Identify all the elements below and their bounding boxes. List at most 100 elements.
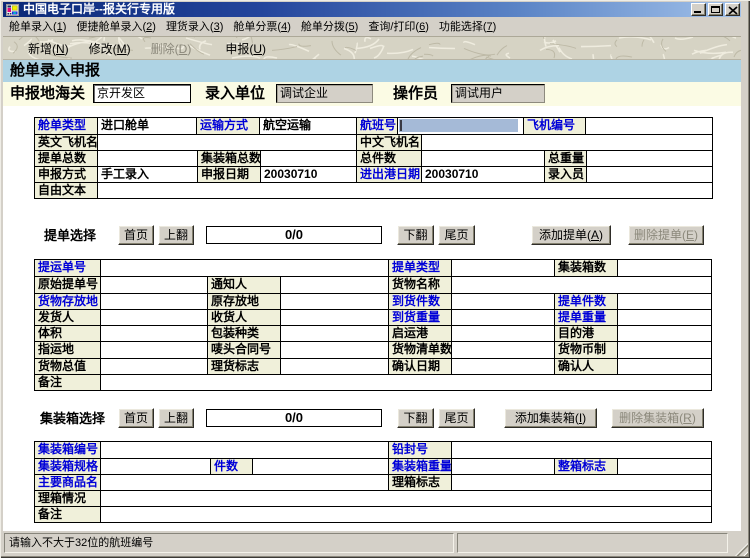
field-label: 备注	[35, 375, 100, 390]
field-cell[interactable]	[451, 459, 554, 474]
field-cell[interactable]	[280, 294, 388, 309]
field-cell[interactable]	[97, 183, 712, 198]
field-cell[interactable]	[451, 342, 554, 357]
field-cell[interactable]: 航空运输	[259, 118, 356, 134]
field-cell[interactable]: 手工录入	[97, 167, 197, 182]
container-remove-button[interactable]: 删除集装箱(R)	[611, 408, 704, 428]
field-cell[interactable]	[97, 135, 356, 150]
field-cell[interactable]	[100, 326, 207, 341]
bill-next-button[interactable]: 下翻	[397, 225, 434, 245]
table-row: 提运单号 提单类型 集装箱数	[35, 260, 711, 276]
field-cell[interactable]	[100, 294, 207, 309]
field-cell[interactable]	[280, 277, 388, 292]
field-cell[interactable]	[617, 260, 711, 276]
field-cell[interactable]	[617, 294, 711, 309]
operator-input[interactable]: 调试用户	[451, 84, 545, 103]
field-cell[interactable]	[451, 475, 711, 490]
field-cell[interactable]	[100, 260, 388, 276]
field-cell[interactable]	[100, 507, 711, 522]
menu-item-1[interactable]: 舱单录入(1)	[4, 17, 71, 36]
title-bar: 中国电子口岸--报关行专用版	[3, 2, 741, 17]
table-row: 货物总值 理货标志 确认日期 确认人	[35, 358, 711, 374]
field-label: 原始提单号	[35, 277, 100, 292]
table-row: 指运地 唛头合同号 货物清单数 货物币制	[35, 341, 711, 357]
toolbar-new-button[interactable]: 新增(N)	[22, 38, 75, 59]
field-cell[interactable]	[451, 326, 554, 341]
menu-item-2[interactable]: 便捷舱单录入(2)	[71, 17, 160, 36]
field-cell[interactable]	[451, 277, 711, 292]
bill-prev-button[interactable]: 上翻	[158, 225, 194, 245]
bill-last-button[interactable]: 尾页	[438, 225, 475, 245]
field-label: 体积	[35, 326, 100, 341]
menu-item-3[interactable]: 理货录入(3)	[161, 17, 228, 36]
field-label: 集装箱数	[554, 260, 617, 276]
maximize-button[interactable]	[708, 3, 723, 16]
field-cell[interactable]	[100, 359, 207, 374]
field-cell[interactable]: 20030710	[421, 167, 544, 182]
close-button[interactable]	[725, 3, 740, 16]
customs-input[interactable]: 京开发区	[93, 84, 191, 103]
container-first-button[interactable]: 首页	[118, 408, 154, 428]
field-cell[interactable]	[280, 359, 388, 374]
field-cell[interactable]	[617, 342, 711, 357]
toolbar-modify-button[interactable]: 修改(M)	[83, 38, 137, 59]
field-cell[interactable]	[97, 151, 197, 166]
field-cell[interactable]	[586, 151, 712, 166]
customs-label: 申报地海关	[10, 82, 85, 106]
table-row: 体积 包装种类 启运港 目的港	[35, 325, 711, 341]
field-cell[interactable]	[585, 118, 712, 134]
window-title: 中国电子口岸--报关行专用版	[23, 2, 175, 17]
bill-first-button[interactable]: 首页	[118, 225, 154, 245]
field-cell[interactable]	[421, 151, 544, 166]
menu-item-6[interactable]: 查询/打印(6)	[363, 17, 434, 36]
field-cell[interactable]	[100, 375, 711, 390]
toolbar-declare-button[interactable]: 申报(U)	[219, 38, 272, 59]
field-cell[interactable]	[100, 491, 711, 506]
minimize-button[interactable]	[691, 3, 706, 16]
field-label: 舱单类型	[35, 118, 97, 134]
menu-item-4[interactable]: 舱单分票(4)	[228, 17, 295, 36]
field-cell[interactable]	[617, 326, 711, 341]
field-cell[interactable]	[451, 260, 554, 276]
bill-remove-button[interactable]: 删除提单(E)	[628, 225, 704, 245]
table-row: 理箱情况	[35, 490, 711, 506]
field-cell[interactable]	[280, 342, 388, 357]
entry-unit-input[interactable]: 调试企业	[276, 84, 373, 103]
resize-grip[interactable]	[735, 543, 748, 556]
minimize-icon	[694, 11, 701, 13]
field-cell[interactable]	[397, 118, 523, 134]
field-cell[interactable]	[100, 459, 210, 474]
field-cell[interactable]	[100, 442, 388, 458]
field-cell[interactable]: 20030710	[260, 167, 356, 182]
menu-item-7[interactable]: 功能选择(7)	[434, 17, 501, 36]
field-cell[interactable]	[260, 151, 356, 166]
field-cell[interactable]	[617, 359, 711, 374]
field-cell[interactable]	[100, 277, 207, 292]
container-add-button[interactable]: 添加集装箱(I)	[504, 408, 597, 428]
field-cell[interactable]	[451, 310, 554, 325]
toolbar-delete-button[interactable]: 删除(D)	[145, 38, 198, 59]
field-label: 主要商品名	[35, 475, 100, 490]
field-cell[interactable]	[586, 167, 712, 182]
field-cell[interactable]	[451, 359, 554, 374]
field-label: 目的港	[554, 326, 617, 341]
field-cell[interactable]	[617, 310, 711, 325]
field-cell[interactable]	[451, 442, 711, 458]
bill-add-button[interactable]: 添加提单(A)	[531, 225, 611, 245]
field-cell[interactable]	[280, 326, 388, 341]
field-cell[interactable]	[252, 459, 388, 474]
container-prev-button[interactable]: 上翻	[158, 408, 194, 428]
field-cell[interactable]	[100, 310, 207, 325]
container-next-button[interactable]: 下翻	[397, 408, 434, 428]
container-last-button[interactable]: 尾页	[438, 408, 475, 428]
field-cell[interactable]	[617, 459, 711, 474]
flight-no-input[interactable]	[399, 119, 518, 132]
field-cell[interactable]	[451, 294, 554, 309]
field-cell[interactable]	[100, 342, 207, 357]
field-cell[interactable]	[280, 310, 388, 325]
entry-unit-label: 录入单位	[205, 82, 265, 106]
menu-item-5[interactable]: 舱单分拨(5)	[296, 17, 363, 36]
field-cell[interactable]	[421, 135, 712, 150]
field-cell[interactable]: 进口舱单	[97, 118, 196, 134]
field-cell[interactable]	[100, 475, 388, 490]
